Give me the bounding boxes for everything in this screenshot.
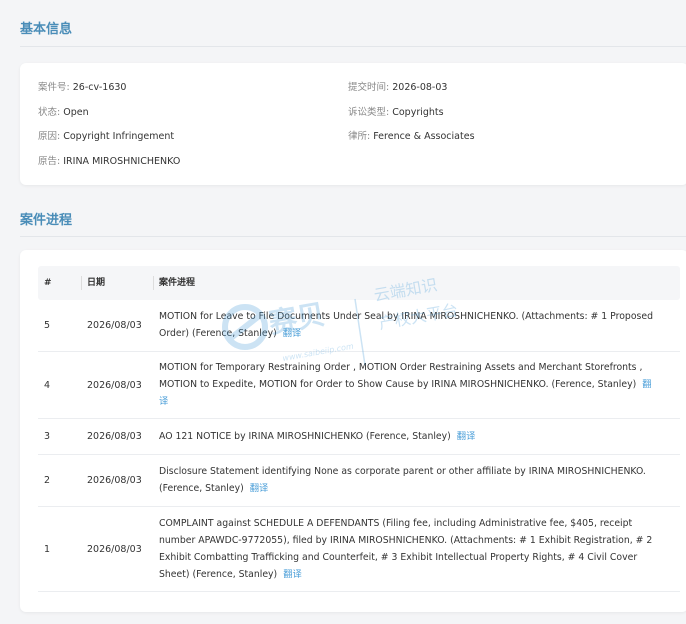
translate-link[interactable]: 翻译	[283, 569, 302, 580]
basic-info-card: 案件号: 26-cv-1630 提交时间: 2026-08-03 状态: Ope…	[20, 63, 686, 185]
row-number: 1	[44, 543, 51, 555]
column-header-number: #	[44, 278, 52, 288]
row-date: 2026/08/03	[87, 543, 142, 555]
case-progress-title: 案件进程	[20, 213, 73, 228]
row-date: 2026/08/03	[87, 431, 142, 442]
column-divider	[81, 276, 82, 290]
suit-type-label: 诉讼类型:	[348, 107, 390, 118]
table-row: 2 2026/08/03 Disclosure Statement identi…	[38, 455, 680, 507]
law-firm-label: 律所:	[348, 131, 371, 142]
table-row: 5 2026/08/03 MOTION for Leave to File Do…	[38, 300, 680, 352]
row-number: 2	[44, 475, 51, 486]
plaintiff-value: IRINA MIROSHNICHENKO	[63, 156, 181, 167]
table-row: 3 2026/08/03 AO 121 NOTICE by IRINA MIRO…	[38, 419, 680, 455]
case-number-value: 26-cv-1630	[72, 82, 127, 93]
row-description-text: Disclosure Statement identifying None as…	[159, 466, 646, 494]
row-description-text: MOTION for Leave to File Documents Under…	[159, 311, 653, 339]
row-date: 2026/08/03	[87, 320, 142, 331]
status-label: 状态:	[38, 107, 61, 118]
basic-info-title: 基本信息	[20, 22, 73, 37]
status-value: Open	[63, 107, 89, 118]
cause-field: 原因: Copyright Infringement	[38, 128, 174, 142]
suit-type-field: 诉讼类型: Copyrights	[348, 104, 444, 118]
law-firm-field: 律所: Ference & Associates	[348, 128, 475, 142]
row-date: 2026/08/03	[87, 475, 142, 486]
row-description: Disclosure Statement identifying None as…	[159, 463, 659, 497]
row-number: 3	[44, 431, 51, 442]
plaintiff-label: 原告:	[38, 156, 61, 167]
row-date: 2026/08/03	[87, 379, 142, 391]
basic-info-divider	[20, 46, 686, 47]
translate-link[interactable]: 翻译	[283, 328, 302, 339]
row-description-text: COMPLAINT against SCHEDULE A DEFENDANTS …	[159, 518, 653, 580]
case-progress-card: # 日期 案件进程 5 2026/08/03 MOTION for Leave …	[20, 250, 686, 612]
translate-link[interactable]: 翻译	[457, 431, 476, 442]
row-description-text: MOTION for Temporary Restraining Order ,…	[159, 362, 643, 390]
table-row: 4 2026/08/03 MOTION for Temporary Restra…	[38, 352, 680, 419]
row-description: MOTION for Leave to File Documents Under…	[159, 308, 659, 342]
plaintiff-field: 原告: IRINA MIROSHNICHENKO	[38, 153, 180, 167]
row-description-text: AO 121 NOTICE by IRINA MIROSHNICHENKO (F…	[159, 431, 451, 442]
suit-type-value: Copyrights	[392, 107, 444, 118]
case-progress-divider	[20, 236, 686, 237]
table-row: 1 2026/08/03 COMPLAINT against SCHEDULE …	[38, 507, 680, 592]
filed-date-field: 提交时间: 2026-08-03	[348, 79, 447, 93]
filed-date-value: 2026-08-03	[392, 82, 448, 93]
status-field: 状态: Open	[38, 104, 89, 118]
filed-date-label: 提交时间:	[348, 82, 390, 93]
translate-link[interactable]: 翻译	[250, 483, 269, 494]
column-header-date: 日期	[87, 278, 106, 288]
cause-value: Copyright Infringement	[63, 131, 175, 142]
case-number-field: 案件号: 26-cv-1630	[38, 79, 126, 93]
cause-label: 原因:	[38, 131, 61, 142]
case-number-label: 案件号:	[38, 82, 70, 93]
row-number: 5	[44, 320, 51, 331]
case-detail-page: 基本信息 案件号: 26-cv-1630 提交时间: 2026-08-03 状态…	[10, 8, 686, 620]
law-firm-value: Ference & Associates	[373, 131, 475, 142]
column-header-progress: 案件进程	[159, 278, 196, 288]
row-description: COMPLAINT against SCHEDULE A DEFENDANTS …	[159, 515, 659, 583]
column-divider	[153, 276, 154, 290]
row-description: AO 121 NOTICE by IRINA MIROSHNICHENKO (F…	[159, 428, 659, 445]
row-description: MOTION for Temporary Restraining Order ,…	[159, 359, 659, 410]
table-header: # 日期 案件进程	[38, 266, 680, 300]
row-number: 4	[44, 379, 51, 391]
